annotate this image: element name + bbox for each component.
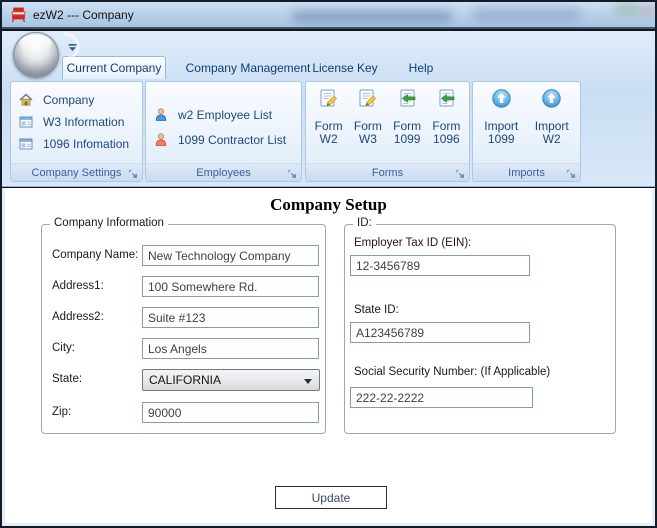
group-imports: Import 1099 Import W2 Imports	[472, 81, 581, 182]
glass-blur-decoration	[642, 5, 654, 14]
address1-input[interactable]	[142, 276, 319, 297]
ribbon: Current Company Company Management Licen…	[2, 27, 655, 187]
dialog-launcher-icon[interactable]	[455, 167, 466, 178]
group-footer: Imports	[473, 163, 580, 181]
ribbon-button-company[interactable]: Company	[11, 89, 142, 111]
orb-highlight-decoration	[19, 35, 52, 52]
ribbon-button-label: W3 Information	[43, 115, 125, 129]
group-footer: Company Settings	[11, 163, 142, 181]
page-title: Company Setup	[270, 195, 387, 214]
import-arrow-icon	[541, 88, 562, 109]
group-employees: w2 Employee List 1099 Contractor List Em…	[145, 81, 302, 182]
ribbon-button-label: Form 1099	[393, 119, 422, 146]
address2-label: Address2:	[52, 311, 104, 323]
ribbon-button-label: 1096 Infomation	[43, 137, 130, 151]
app-window: ezW2 --- Company Current Company Company…	[0, 0, 657, 528]
group-title: Forms	[371, 166, 404, 179]
ezw2-app-icon	[10, 6, 27, 23]
state-id-input[interactable]	[350, 322, 530, 343]
main-content: Company Setup Company Information Compan…	[2, 188, 655, 526]
tab-label: Help	[408, 60, 434, 75]
ribbon-button-label: Company	[43, 93, 95, 107]
ribbon-button-form-1096[interactable]: Form 1096	[427, 88, 466, 146]
ribbon-button-import-w2[interactable]: Import W2	[529, 88, 575, 146]
state-select-value: CALIFORNIA	[149, 373, 222, 387]
tab-help[interactable]: Help	[396, 56, 446, 79]
glass-blur-decoration	[472, 7, 582, 22]
update-button[interactable]: Update	[275, 486, 387, 509]
window-title: ezW2 --- Company	[33, 8, 134, 22]
form-export-icon	[397, 88, 418, 109]
import-arrow-icon	[491, 88, 512, 109]
groupbox-id: ID: Employer Tax ID (EIN): State ID: Soc…	[344, 217, 616, 434]
ribbon-button-form-w3[interactable]: Form W3	[348, 88, 387, 146]
state-select[interactable]: CALIFORNIA	[142, 369, 320, 391]
ribbon-button-w3-information[interactable]: W3 Information	[11, 111, 142, 133]
zip-input[interactable]	[142, 402, 319, 423]
state-id-label: State ID:	[354, 304, 399, 316]
glass-blur-decoration	[292, 10, 452, 23]
ribbon-button-label: 1099 Contractor List	[178, 133, 287, 147]
groupbox-legend: Company Information	[50, 217, 168, 229]
form-export-icon	[436, 88, 457, 109]
form-list-icon	[18, 136, 34, 152]
ssn-label: Social Security Number: (If Applicable)	[354, 366, 551, 378]
state-label: State:	[52, 373, 83, 385]
groupbox-legend: ID:	[353, 217, 376, 229]
company-name-input[interactable]	[142, 245, 319, 266]
group-footer: Employees	[146, 163, 301, 181]
tab-current-company[interactable]: Current Company	[62, 56, 166, 79]
tab-label: Current Company	[66, 61, 162, 75]
ribbon-button-label: Form W3	[353, 119, 382, 146]
titlebar[interactable]: ezW2 --- Company	[2, 2, 655, 29]
ein-input[interactable]	[350, 255, 530, 276]
ein-label: Employer Tax ID (EIN):	[354, 237, 472, 249]
group-company-settings: Company W3 Information 1096 Infomation C…	[10, 81, 143, 182]
group-title: Company Settings	[31, 166, 122, 179]
home-icon	[18, 92, 34, 108]
ribbon-groups: Company W3 Information 1096 Infomation C…	[2, 79, 655, 186]
ribbon-button-1096-information[interactable]: 1096 Infomation	[11, 133, 142, 155]
person-blue-icon	[153, 107, 169, 123]
company-name-label: Company Name:	[52, 249, 139, 261]
ribbon-button-label: Import W2	[534, 119, 569, 146]
ribbon-button-form-1099[interactable]: Form 1099	[388, 88, 427, 146]
ribbon-button-form-w2[interactable]: Form W2	[309, 88, 348, 146]
dialog-launcher-icon[interactable]	[566, 167, 577, 178]
zip-label: Zip:	[52, 406, 72, 418]
dialog-launcher-icon[interactable]	[287, 167, 298, 178]
ribbon-button-import-1099[interactable]: Import 1099	[478, 88, 524, 146]
group-footer: Forms	[306, 163, 469, 181]
dropdown-arrow-icon	[304, 379, 312, 384]
form-edit-icon	[318, 88, 339, 109]
group-title: Imports	[508, 166, 545, 179]
form-edit-icon	[357, 88, 378, 109]
ribbon-button-1099-contractor-list[interactable]: 1099 Contractor List	[146, 129, 301, 151]
form-list-icon	[18, 114, 34, 130]
dialog-launcher-icon[interactable]	[128, 167, 139, 178]
ribbon-button-w2-employee-list[interactable]: w2 Employee List	[146, 104, 301, 126]
ribbon-button-label: w2 Employee List	[178, 108, 273, 122]
ribbon-button-label: Import 1099	[484, 119, 519, 146]
address1-label: Address1:	[52, 280, 104, 292]
city-label: City:	[52, 342, 75, 354]
address2-input[interactable]	[142, 307, 319, 328]
group-forms: Form W2 Form W3 Form 1099 Form 1096 Form…	[305, 81, 470, 182]
glass-blur-decoration	[614, 4, 640, 14]
ssn-input[interactable]	[350, 387, 533, 408]
tab-license-key[interactable]: License Key	[302, 56, 388, 79]
city-input[interactable]	[142, 338, 319, 359]
qat-dropdown-icon[interactable]	[68, 39, 77, 51]
tab-label: License Key	[312, 60, 378, 75]
group-title: Employees	[196, 166, 251, 179]
tab-label: Company Management	[185, 60, 311, 75]
groupbox-company-information: Company Information Company Name: Addres…	[41, 217, 326, 434]
person-red-icon	[153, 132, 169, 148]
ribbon-button-label: Form W2	[314, 119, 343, 146]
ribbon-button-label: Form 1096	[432, 119, 461, 146]
